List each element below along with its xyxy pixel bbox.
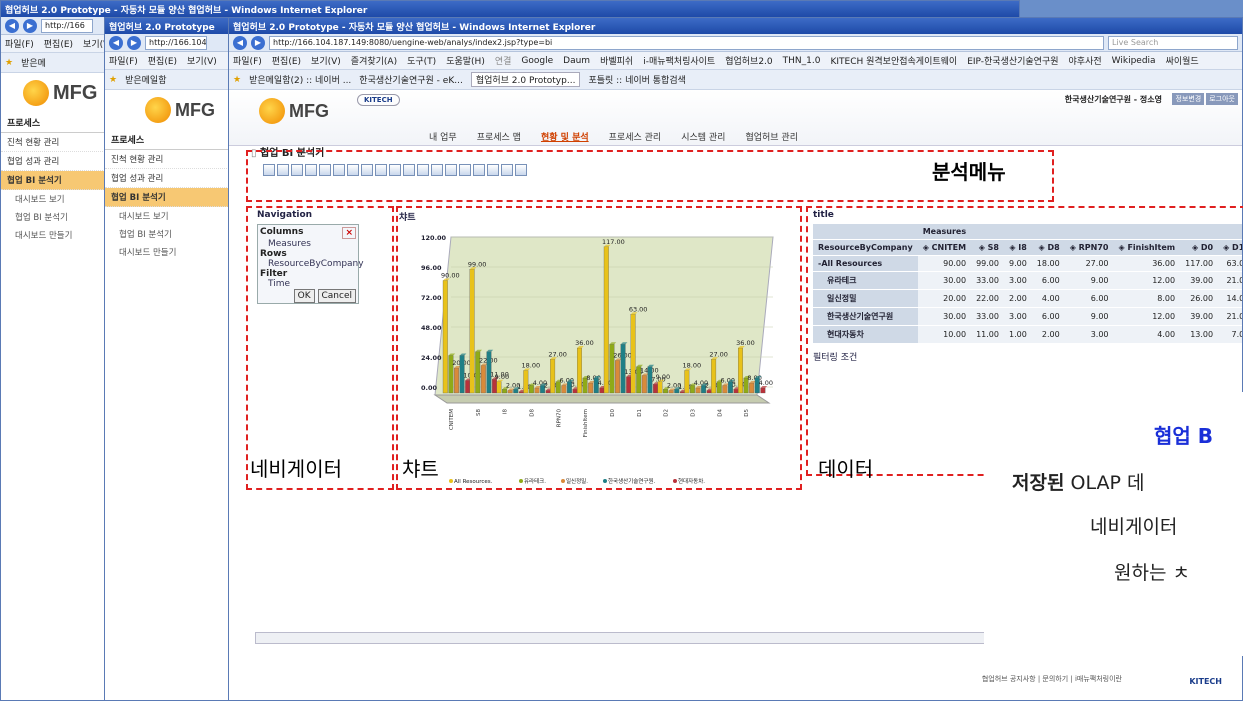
sidebar-sub-bi[interactable]: 협업 BI 분석기 <box>1 208 105 226</box>
slide-overlay: 협업 B 저장된 OLAP 데 네비게이터 원하는 ㅊ <box>984 392 1243 656</box>
star-icon[interactable]: ★ <box>5 58 13 68</box>
window-title: 협업허브 2.0 Prototype - 자동차 모듈 양산 협업허브 - Wi… <box>229 18 1242 34</box>
url-input[interactable]: http://166.104 <box>145 35 207 50</box>
sidebar-title: 프로세스 <box>105 130 229 150</box>
menu-file[interactable]: 파일(F) <box>109 54 138 67</box>
fav-tab-portlet[interactable]: 포틀릿 :: 네이버 통합검색 <box>588 73 685 86</box>
url-input[interactable]: http://166 <box>41 18 93 33</box>
forward-icon[interactable]: ▶ <box>251 35 265 50</box>
sidebar-sub-make[interactable]: 대시보드 만들기 <box>105 243 229 261</box>
menu-edit[interactable]: 편집(E) <box>44 37 73 50</box>
tab-process-mgmt[interactable]: 프로세스 관리 <box>599 130 672 143</box>
sidebar-sub-dashboard[interactable]: 대시보드 보기 <box>1 190 105 208</box>
overlay-line2: 네비게이터 <box>1090 516 1178 538</box>
tab-status-analysis[interactable]: 현황 및 분석 <box>531 130 599 143</box>
fav-tab-kitech[interactable]: 한국생산기술연구원 - eK... <box>359 73 463 86</box>
fav-label[interactable]: 받은메 <box>21 56 46 69</box>
sidebar-item-bi[interactable]: 협업 BI 분석기 <box>1 171 105 190</box>
back-icon[interactable]: ◀ <box>5 18 19 33</box>
link-eip[interactable]: EIP-한국생산기술연구원 <box>967 54 1058 67</box>
fav-label[interactable]: 받은메일함 <box>125 73 166 86</box>
annotation-menu: 분석메뉴 <box>932 160 1006 184</box>
sidebar-sub-dashboard[interactable]: 대시보드 보기 <box>105 207 229 225</box>
menu-help[interactable]: 도움말(H) <box>446 54 485 67</box>
menu-tools[interactable]: 도구(T) <box>407 54 436 67</box>
link-google[interactable]: Google <box>521 56 553 66</box>
menu-edit[interactable]: 편집(E) <box>148 54 177 67</box>
sidebar-title: 프로세스 <box>1 113 105 133</box>
link-thn[interactable]: THN_1.0 <box>783 56 821 66</box>
search-input[interactable]: Live Search <box>1108 35 1238 50</box>
annotation-navigator: 네비게이터 <box>250 457 342 481</box>
navigator-highlight <box>246 206 394 490</box>
menu-edit[interactable]: 편집(E) <box>272 54 301 67</box>
user-name: 한국생산기술연구원 - 정소영 <box>1064 95 1162 104</box>
tab-process-map[interactable]: 프로세스 맵 <box>467 130 531 143</box>
overlay-title: 협업 B <box>1154 424 1214 448</box>
sidebar-item-bi[interactable]: 협업 BI 분석기 <box>105 188 229 207</box>
url-input[interactable]: http://166.104.187.149:8080/uengine-web/… <box>269 35 1104 50</box>
tab-my-work[interactable]: 내 업무 <box>419 130 467 143</box>
fav-tab-hub[interactable]: 협업허브 2.0 Prototyp... <box>470 72 581 87</box>
overlay-line3: 원하는 ㅊ <box>1114 562 1190 584</box>
logo-icon <box>23 80 49 106</box>
address-bar: ◀ ▶ http://166.104.187.149:8080/uengine-… <box>229 34 1242 52</box>
tab-system-mgmt[interactable]: 시스템 관리 <box>671 130 735 143</box>
footer-links[interactable]: 협업허브 공지사항 | 문의하기 | i매뉴팩처링이란 <box>982 674 1122 684</box>
sidebar-item-performance[interactable]: 협업 성과 관리 <box>1 152 105 171</box>
app-header: MFG KITECH 한국생산기술연구원 - 정소영 정보변경 로그아웃 내 업… <box>229 90 1242 146</box>
footer-logo: KITECH <box>1189 677 1222 686</box>
link-yahoo[interactable]: 야후사전 <box>1069 54 1102 67</box>
chart-highlight <box>396 206 802 490</box>
annotation-chart: 챠트 <box>402 457 439 481</box>
link-babel[interactable]: 바벨피쉬 <box>600 54 633 67</box>
sidebar-item-progress[interactable]: 진척 현황 관리 <box>1 133 105 152</box>
menu-view[interactable]: 보기(V) <box>311 54 341 67</box>
forward-icon[interactable]: ▶ <box>23 18 37 33</box>
link-wiki[interactable]: Wikipedia <box>1112 56 1156 66</box>
menu-favorites[interactable]: 즐겨찾기(A) <box>351 54 397 67</box>
logo: MFG <box>259 98 329 124</box>
logo-icon <box>259 98 285 124</box>
link-cyworld[interactable]: 싸이월드 <box>1166 54 1199 67</box>
user-buttons: 정보변경 로그아웃 <box>1172 93 1238 105</box>
overlay-line1: 저장된 OLAP 데 <box>1012 472 1145 494</box>
fav-tab-mail[interactable]: 받은메일함(2) :: 네이버 ... <box>249 73 351 86</box>
link-kitech[interactable]: KITECH 원격보안접속게이트웨이 <box>830 54 957 67</box>
logout-button[interactable]: 로그아웃 <box>1206 93 1238 105</box>
back-icon[interactable]: ◀ <box>109 35 123 50</box>
sidebar-item-performance[interactable]: 협업 성과 관리 <box>105 169 229 188</box>
menu-file[interactable]: 파일(F) <box>233 54 262 67</box>
sidebar-item-progress[interactable]: 진척 현황 관리 <box>105 150 229 169</box>
sidebar-middle: 프로세스 진척 현황 관리 협업 성과 관리 협업 BI 분석기 대시보드 보기… <box>105 130 229 261</box>
sidebar-back: 프로세스 진척 현황 관리 협업 성과 관리 협업 BI 분석기 대시보드 보기… <box>1 113 105 244</box>
logo-icon <box>145 97 171 123</box>
star-icon[interactable]: ★ <box>233 75 241 85</box>
back-icon[interactable]: ◀ <box>233 35 247 50</box>
menu-file[interactable]: 파일(F) <box>5 37 34 50</box>
sidebar-sub-make[interactable]: 대시보드 만들기 <box>1 226 105 244</box>
tab-hub-mgmt[interactable]: 협업허브 관리 <box>735 130 808 143</box>
link-imfg[interactable]: i-매뉴팩처링사이트 <box>643 54 715 67</box>
favorites-bar: ★ 받은메일함(2) :: 네이버 ... 한국생산기술연구원 - eK... … <box>229 70 1242 90</box>
link-daum[interactable]: Daum <box>563 56 590 66</box>
edit-profile-button[interactable]: 정보변경 <box>1172 93 1205 105</box>
menu-view[interactable]: 보기(V) <box>187 54 217 67</box>
links-label: 연결 <box>494 57 512 67</box>
kitech-badge: KITECH <box>357 94 400 106</box>
sidebar-sub-bi[interactable]: 협업 BI 분석기 <box>105 225 229 243</box>
star-icon[interactable]: ★ <box>109 75 117 85</box>
forward-icon[interactable]: ▶ <box>127 35 141 50</box>
window-title: 협업허브 2.0 Prototype - 자동차 모듈 양산 협업허브 - Wi… <box>1 1 1019 17</box>
annotation-data: 데이터 <box>818 457 874 481</box>
main-nav: 내 업무 프로세스 맵 현황 및 분석 프로세스 관리 시스템 관리 협업허브 … <box>419 130 808 143</box>
menu-bar: 파일(F) 편집(E) 보기(V) 즐겨찾기(A) 도구(T) 도움말(H) 연… <box>229 52 1242 70</box>
link-hub[interactable]: 협업허브2.0 <box>725 54 772 67</box>
